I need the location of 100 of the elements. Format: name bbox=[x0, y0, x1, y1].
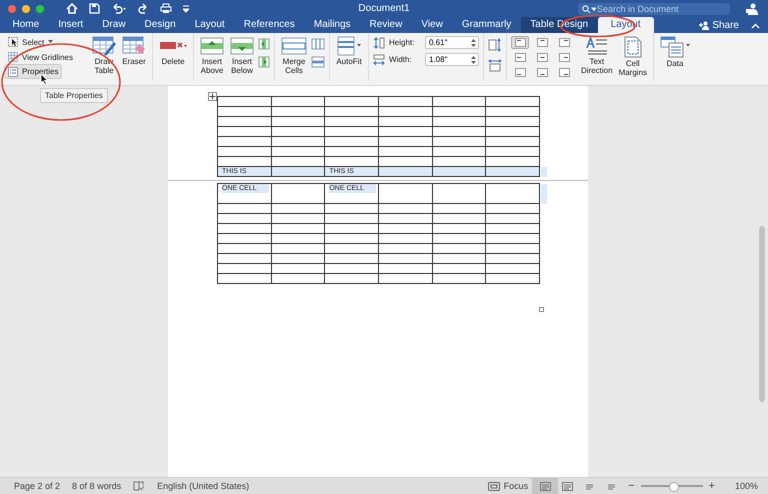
insert-above-icon bbox=[200, 36, 224, 56]
ribbon-button[interactable]: Text Direction bbox=[579, 36, 615, 75]
table-cell bbox=[379, 204, 433, 214]
align-icon bbox=[536, 53, 548, 62]
insert-below-icon bbox=[230, 36, 254, 56]
height-field[interactable]: 0.61" bbox=[425, 36, 479, 49]
minimize-button[interactable] bbox=[22, 4, 30, 12]
table-cell bbox=[325, 117, 380, 127]
redo-icon[interactable] bbox=[138, 3, 149, 14]
table-cell bbox=[486, 224, 540, 234]
insert-right-icon[interactable] bbox=[258, 56, 270, 68]
split-cells-icon[interactable] bbox=[311, 38, 325, 50]
table-cell bbox=[432, 244, 486, 254]
align-icon bbox=[536, 68, 548, 77]
table-cell bbox=[325, 224, 380, 234]
save-icon[interactable] bbox=[89, 3, 100, 14]
stepper-icon[interactable] bbox=[471, 54, 476, 64]
height-label: Height: bbox=[389, 38, 416, 47]
table-cell bbox=[432, 107, 486, 117]
table-cell bbox=[379, 274, 433, 284]
ribbon-tab[interactable]: References bbox=[234, 17, 304, 33]
print-icon[interactable] bbox=[160, 3, 172, 14]
scrollbar-thumb[interactable] bbox=[759, 226, 765, 402]
ribbon-button[interactable]: Insert Above bbox=[198, 36, 226, 75]
ribbon-tab[interactable]: View bbox=[412, 17, 452, 33]
focus-icon bbox=[488, 482, 500, 490]
resize-handle-icon[interactable] bbox=[539, 307, 544, 312]
table-cell bbox=[272, 234, 326, 244]
cell-alignment-button[interactable] bbox=[511, 36, 529, 49]
view-button[interactable] bbox=[532, 478, 558, 494]
stepper-icon[interactable] bbox=[471, 38, 476, 48]
tooltip: Table Properties bbox=[40, 88, 108, 103]
ribbon-button[interactable]: View Gridlines bbox=[4, 50, 77, 64]
ribbon-tab[interactable]: Design bbox=[135, 17, 186, 33]
table-cell bbox=[379, 167, 433, 177]
table-cell bbox=[432, 234, 486, 244]
distribute-rows-icon[interactable] bbox=[488, 38, 502, 52]
account-icon[interactable] bbox=[746, 2, 758, 14]
table-cell bbox=[325, 244, 380, 254]
table-cell bbox=[272, 127, 326, 137]
proofing-icon[interactable] bbox=[133, 481, 146, 491]
zoom-in-button[interactable]: + bbox=[708, 480, 715, 492]
table-cell bbox=[486, 254, 540, 264]
zoom-slider[interactable] bbox=[669, 482, 680, 492]
table-cell bbox=[432, 167, 486, 177]
ribbon-button[interactable]: Merge Cells bbox=[279, 36, 309, 75]
align-icon bbox=[514, 68, 526, 77]
text-direction-icon bbox=[586, 36, 608, 56]
table-cell bbox=[486, 244, 540, 254]
table-cell bbox=[325, 127, 380, 137]
table-cell bbox=[325, 234, 380, 244]
collapse-ribbon-icon[interactable] bbox=[751, 23, 760, 29]
ribbon-tab[interactable]: Layout bbox=[185, 17, 234, 33]
close-button[interactable] bbox=[8, 4, 16, 12]
language-label[interactable]: English (United States) bbox=[157, 481, 250, 491]
table-move-handle-icon[interactable] bbox=[208, 92, 217, 101]
table-cell bbox=[379, 127, 433, 137]
ribbon-tab[interactable]: Home bbox=[3, 17, 49, 33]
table-cell bbox=[379, 137, 433, 147]
ribbon-button[interactable]: Insert Below bbox=[228, 36, 256, 75]
search-field[interactable]: Search in Document bbox=[578, 2, 730, 14]
table-cell bbox=[379, 234, 433, 244]
table-cell bbox=[325, 204, 380, 214]
table-cell bbox=[379, 147, 433, 157]
ribbon-button[interactable]: Select bbox=[4, 35, 58, 50]
share-button[interactable]: Share bbox=[693, 17, 745, 33]
ribbon-button[interactable]: Eraser bbox=[120, 36, 148, 66]
width-field[interactable]: 1.08" bbox=[425, 53, 479, 66]
table-cell bbox=[325, 214, 380, 224]
undo-icon[interactable] bbox=[111, 3, 127, 14]
distribute-columns-icon[interactable] bbox=[488, 58, 502, 72]
table-cell bbox=[272, 254, 326, 264]
zoom-out-button[interactable]: − bbox=[628, 480, 635, 492]
table-cell bbox=[379, 214, 433, 224]
home-icon[interactable] bbox=[66, 3, 78, 14]
table-cell bbox=[272, 137, 326, 147]
table-cell bbox=[325, 147, 380, 157]
table-cell bbox=[432, 274, 486, 284]
ribbon-button[interactable]: Delete bbox=[157, 36, 189, 66]
zoom-level: 100% bbox=[734, 481, 758, 491]
table-cell bbox=[486, 264, 540, 274]
ribbon-tab[interactable]: Insert bbox=[48, 17, 93, 33]
table-cell bbox=[379, 254, 433, 264]
ribbon-button[interactable]: Cell Margins bbox=[616, 36, 650, 77]
split-table-icon[interactable] bbox=[311, 56, 325, 68]
insert-left-icon[interactable] bbox=[258, 38, 270, 50]
focus-button[interactable]: Focus bbox=[488, 481, 528, 491]
table-cell bbox=[325, 137, 380, 147]
ribbon-button[interactable]: Data bbox=[658, 36, 692, 68]
table-cell bbox=[486, 234, 540, 244]
ribbon-tab[interactable]: Draw bbox=[92, 17, 136, 33]
ribbon-button[interactable]: AutoFit bbox=[334, 36, 364, 66]
ribbon-button[interactable]: Properties bbox=[4, 64, 62, 80]
ribbon-tab[interactable]: Review bbox=[360, 17, 412, 33]
align-icon bbox=[558, 53, 570, 62]
ribbon-tab[interactable]: Mailings bbox=[304, 17, 360, 33]
zoom-button[interactable] bbox=[36, 4, 44, 12]
customize-icon[interactable] bbox=[183, 4, 189, 12]
table-cell bbox=[486, 204, 540, 214]
ribbon-tab[interactable]: Grammarly bbox=[452, 17, 521, 33]
